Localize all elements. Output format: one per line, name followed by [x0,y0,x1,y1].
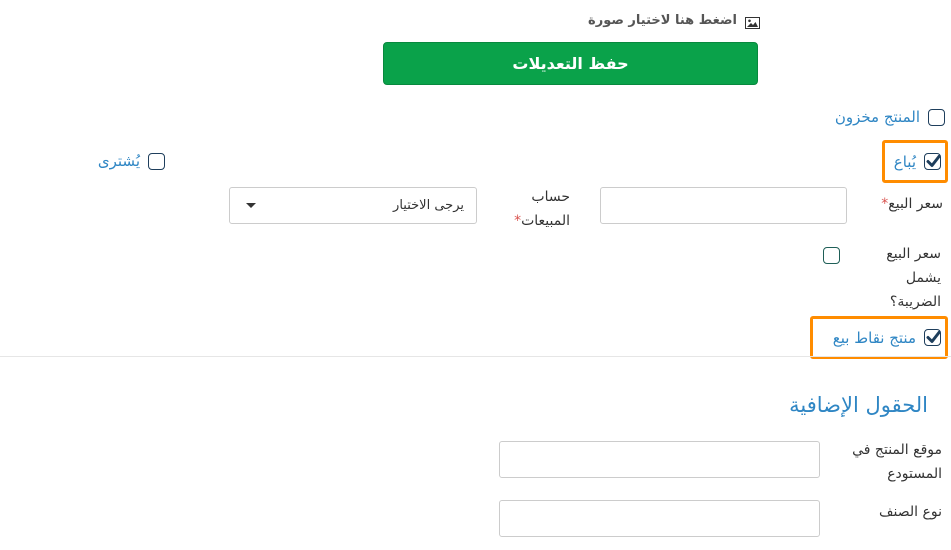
pos-product-checkbox[interactable] [924,329,941,346]
additional-fields-title: الحقول الإضافية [789,393,928,417]
pos-product-option-highlight: منتج نقاط بيع [810,316,948,359]
bought-checkbox[interactable] [148,152,165,170]
item-type-label: نوع الصنف [879,504,942,520]
image-icon[interactable] [745,14,760,29]
sell-price-label: سعر البيع* [881,196,943,212]
stored-product-checkbox[interactable] [928,108,945,126]
checkmark-icon [926,331,941,343]
sell-price-input[interactable] [600,187,847,224]
checkmark-icon [926,155,941,167]
save-changes-button[interactable]: حفظ التعديلات [383,42,758,85]
sales-account-select[interactable]: يرجى الاختيار [229,187,477,224]
sales-account-selected[interactable]: يرجى الاختيار [393,198,464,213]
sales-account-label: حساب المبيعات* [514,189,570,229]
warehouse-location-label: موقع المنتج في المستودع [852,442,942,482]
bought-label[interactable]: يُشترى [98,152,140,170]
sold-option-highlight: يُباع [882,140,948,183]
item-type-input[interactable] [499,500,820,537]
image-upload-row[interactable]: اضغط هنا لاختيار صورة [560,10,760,30]
chevron-down-icon[interactable] [246,203,256,208]
stored-product-label[interactable]: المنتج مخزون [835,108,920,126]
warehouse-location-input[interactable] [499,441,820,478]
section-divider [0,356,951,357]
image-upload-label[interactable]: اضغط هنا لاختيار صورة [588,13,737,28]
sold-label[interactable]: يُباع [894,153,916,171]
sold-checkbox[interactable] [924,153,941,170]
pos-product-label[interactable]: منتج نقاط بيع [833,329,916,347]
stored-product-option[interactable]: المنتج مخزون [800,106,945,128]
tax-inclusive-checkbox[interactable] [823,247,840,264]
tax-inclusive-label: سعر البيع يشمل الضريبة؟ [886,246,941,310]
bought-option[interactable]: يُشترى [90,150,165,172]
